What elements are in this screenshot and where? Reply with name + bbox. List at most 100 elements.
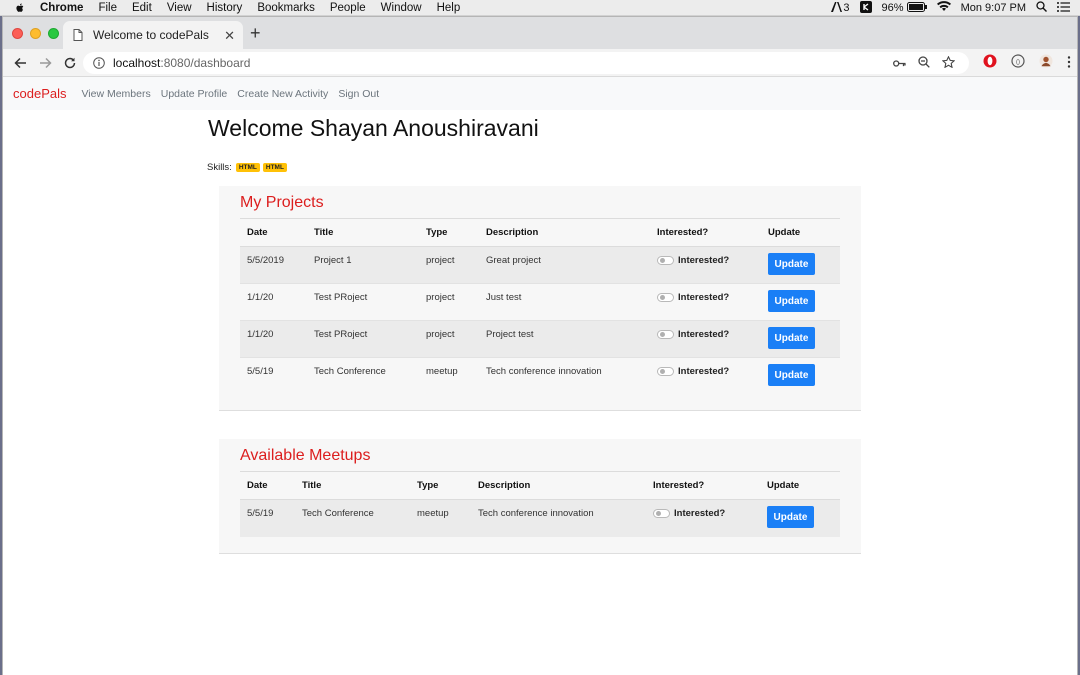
svg-text:(): () [1016,60,1020,66]
cell-update: Update [761,283,840,321]
menu-history[interactable]: History [207,2,243,14]
table-header-row: Date Title Type Description Interested? … [240,471,840,500]
cell-title: Project 1 [307,246,419,284]
table-header-row: Date Title Type Description Interested? … [240,218,840,247]
menu-edit[interactable]: Edit [132,2,152,14]
interested-label: Interested? [674,508,726,519]
interested-toggle[interactable] [657,330,674,339]
cell-description: Project test [479,320,650,358]
nav-create-activity[interactable]: Create New Activity [237,88,328,100]
col-type: Type [419,218,479,247]
page-title: Welcome Shayan Anoushiravani [208,115,539,141]
menu-view[interactable]: View [167,2,192,14]
forward-arrow-icon[interactable] [37,55,53,71]
browser-tab[interactable]: Welcome to codePals ✕ [63,21,243,49]
interested-label: Interested? [678,329,730,340]
bookmark-star-icon[interactable] [941,55,956,71]
menu-help[interactable]: Help [437,2,461,14]
update-button[interactable]: Update [767,506,814,528]
menu-app-chrome[interactable]: Chrome [40,2,83,14]
cell-interested: Interested? [650,357,761,395]
tab-title: Welcome to codePals [93,28,209,42]
cell-type: meetup [419,357,479,395]
cell-interested: Interested? [650,246,761,284]
menubar-clock[interactable]: Mon 9:07 PM [961,2,1026,14]
col-title: Title [295,471,410,500]
brand-logo-link[interactable]: codePals [13,86,66,101]
cell-update: Update [761,320,840,358]
cell-date: 5/5/2019 [240,246,307,284]
menu-file[interactable]: File [98,2,117,14]
table-row: 5/5/19 Tech Conference meetup Tech confe… [240,357,840,395]
interested-toggle[interactable] [657,256,674,265]
cell-update: Update [761,357,840,395]
page-document-icon [73,29,83,41]
reload-icon[interactable] [62,55,78,71]
nav-update-profile[interactable]: Update Profile [161,88,228,100]
back-arrow-icon[interactable] [12,55,28,71]
cell-title: Test PRoject [307,320,419,358]
col-description: Description [479,218,650,247]
browser-window: Welcome to codePals ✕ + localhost:8080/d… [3,17,1077,675]
menu-people[interactable]: People [330,2,366,14]
nav-view-members[interactable]: View Members [81,88,150,100]
skill-badge: HTML [262,163,287,172]
cell-type: project [419,246,479,284]
skill-badge: HTML [235,163,260,172]
key-icon[interactable] [893,57,906,71]
update-button[interactable]: Update [768,364,815,386]
zoom-icon[interactable] [918,56,930,71]
address-bar-actions [881,55,956,71]
interested-toggle[interactable] [657,293,674,302]
battery-icon[interactable] [906,1,927,15]
menu-bookmarks[interactable]: Bookmarks [257,2,315,14]
close-window-button[interactable] [12,28,23,39]
nav-sign-out[interactable]: Sign Out [338,88,379,100]
cell-title: Test PRoject [307,283,419,321]
site-navbar: codePals View Members Update Profile Cre… [3,77,1077,110]
meetups-card: Available Meetups Date Title Type Descri… [219,439,861,554]
wifi-icon[interactable] [936,1,951,15]
cell-update: Update [761,246,840,284]
cell-type: project [419,320,479,358]
notification-center-icon[interactable] [1057,1,1070,15]
notification-count: 3 [843,2,850,14]
interested-toggle[interactable] [657,367,674,376]
tab-close-icon[interactable]: ✕ [224,28,235,44]
profile-avatar-icon[interactable] [1039,54,1053,73]
cell-interested: Interested? [650,320,761,358]
menubar-status-area: 3 96% Mon 9:07 PM [821,0,1070,16]
interested-label: Interested? [678,292,730,303]
tab-strip: Welcome to codePals ✕ + [3,17,1077,49]
col-type: Type [410,471,471,500]
update-button[interactable]: Update [768,290,815,312]
opera-extension-icon[interactable] [983,54,997,73]
battery-percent: 96% [881,2,904,14]
spotlight-search-icon[interactable] [1036,1,1047,15]
update-button[interactable]: Update [768,327,815,349]
interested-toggle[interactable] [653,509,670,518]
window-controls [12,28,66,39]
adobe-icon[interactable] [831,1,843,15]
cell-description: Great project [479,246,650,284]
apple-logo-icon[interactable] [14,2,26,14]
minimize-window-button[interactable] [30,28,41,39]
url-host: localhost [113,56,161,70]
projects-title: My Projects [240,194,324,211]
app-status-icon[interactable] [859,0,872,16]
update-button[interactable]: Update [768,253,815,275]
grammar-extension-icon[interactable]: () [1011,54,1025,73]
zoom-window-button[interactable] [48,28,59,39]
chrome-menu-icon[interactable] [1067,55,1071,73]
projects-card: My Projects Date Title Type Description … [219,186,861,411]
col-update: Update [760,471,840,500]
menu-window[interactable]: Window [381,2,422,14]
projects-table: Date Title Type Description Interested? … [240,218,840,395]
cell-title: Tech Conference [295,499,410,537]
cell-date: 5/5/19 [240,499,295,537]
cell-date: 1/1/20 [240,320,307,358]
browser-toolbar: localhost:8080/dashboard () [3,49,1077,77]
site-info-icon[interactable] [93,57,105,69]
address-bar[interactable]: localhost:8080/dashboard [83,52,969,74]
new-tab-icon[interactable]: + [250,23,261,44]
